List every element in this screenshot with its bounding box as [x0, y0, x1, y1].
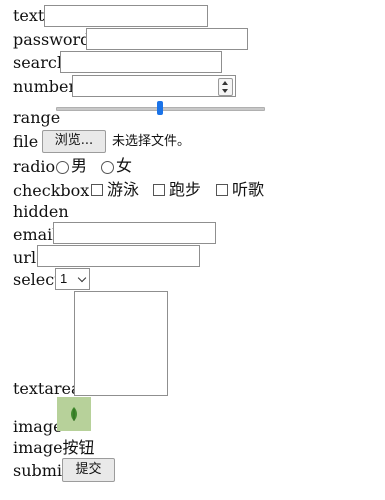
- checkbox-run-label: 跑步: [169, 180, 202, 199]
- range-thumb[interactable]: [157, 101, 163, 115]
- password-input[interactable]: [86, 28, 248, 50]
- file-label: file: [13, 132, 39, 151]
- checkbox-music[interactable]: [216, 184, 228, 196]
- range-label: range: [13, 108, 61, 127]
- email-label: email: [13, 225, 58, 244]
- image-button-label: image按钮: [13, 438, 95, 457]
- leaf-icon: [71, 407, 77, 421]
- checkbox-label: checkbox: [13, 181, 90, 200]
- radio-female-label: 女: [116, 156, 133, 175]
- browse-button[interactable]: 浏览...: [42, 130, 106, 153]
- text-label: text: [13, 6, 45, 25]
- textarea-label: textarea: [13, 379, 81, 398]
- checkbox-swim[interactable]: [91, 184, 103, 196]
- image-label: image: [13, 417, 63, 436]
- text-input[interactable]: [44, 5, 208, 27]
- url-label: url: [13, 248, 37, 267]
- radio-male-label: 男: [71, 156, 88, 175]
- radio-male[interactable]: [56, 161, 69, 174]
- password-label: password: [13, 30, 91, 49]
- checkbox-music-label: 听歌: [232, 180, 265, 199]
- select-value: 1: [60, 271, 68, 286]
- number-label: number: [13, 77, 77, 96]
- select-dropdown[interactable]: 1: [55, 268, 90, 290]
- search-input[interactable]: [60, 51, 222, 73]
- file-status: 未选择文件。: [112, 134, 191, 149]
- textarea-input[interactable]: [74, 291, 168, 396]
- url-input[interactable]: [37, 245, 200, 267]
- image-submit[interactable]: [57, 397, 91, 431]
- radio-female[interactable]: [101, 161, 114, 174]
- radio-label: radio: [13, 157, 56, 176]
- submit-button[interactable]: 提交: [62, 458, 115, 482]
- checkbox-swim-label: 游泳: [107, 180, 140, 199]
- hidden-label: hidden: [13, 202, 69, 221]
- email-input[interactable]: [53, 222, 216, 244]
- number-input[interactable]: [72, 75, 236, 97]
- spinner-icon[interactable]: [218, 78, 233, 96]
- select-label: select: [13, 270, 61, 289]
- checkbox-run[interactable]: [153, 184, 165, 196]
- chevron-down-icon: [77, 273, 87, 283]
- submit-label: submit: [13, 461, 69, 480]
